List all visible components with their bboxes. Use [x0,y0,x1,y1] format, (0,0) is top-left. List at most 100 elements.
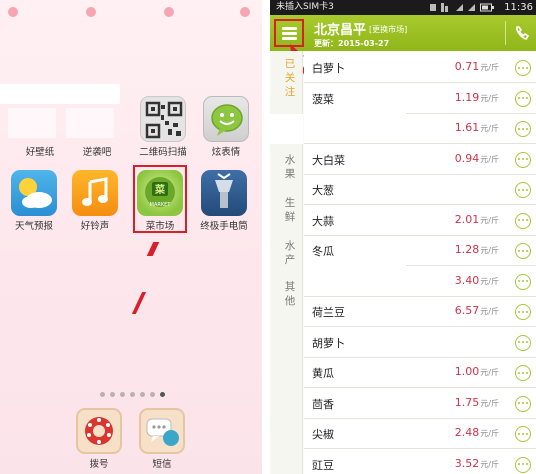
product-name: 黄瓜 [312,367,334,380]
music-note-icon [72,170,118,216]
product-name: 冬瓜 [312,245,334,258]
more-options-icon[interactable] [515,365,531,381]
product-name: 荷兰豆 [312,306,345,319]
app-ringtone[interactable]: 好铃声 [64,170,126,232]
category-fruit[interactable]: 水 果 [283,153,297,181]
launcher-screen: 好壁纸 逆袭吧 二维码扫描 炫表情 天气预报 好铃声 菜 MARKET 菜市场 … [0,0,262,474]
product-row[interactable]: 茴香 1.75元/斤 [304,387,536,419]
price-unit: 元/斤 [480,276,499,286]
price-unit: 元/斤 [480,398,499,408]
product-name: 大蒜 [312,214,334,228]
product-price: 1.61元/斤 [455,121,499,134]
product-row[interactable]: 黄瓜 1.00元/斤 [304,356,536,388]
price-value: 2.48 [454,426,480,439]
dock-sms[interactable]: 短信 [131,408,193,470]
sms-bubble-icon [139,408,185,454]
dock-dialer[interactable]: 拨号 [68,408,130,470]
product-row[interactable]: 豇豆 3.52元/斤 [304,448,536,474]
mask-patch [270,114,303,144]
price-value: 2.01 [454,212,480,226]
weather-icon [11,170,57,216]
more-options-icon[interactable] [515,90,531,107]
price-unit: 元/斤 [480,154,499,164]
product-price: 2.01元/斤 [455,213,499,226]
more-options-icon[interactable] [515,243,531,259]
product-row[interactable]: 菠菜 1.19元/斤 [304,82,536,114]
app-label: 短信 [152,459,172,470]
more-options-icon[interactable] [515,273,531,290]
product-name: 尖椒 [312,428,334,441]
price-value: 0.71 [454,60,480,73]
phone-call-icon[interactable] [514,25,530,41]
more-options-icon[interactable] [515,212,531,229]
app-qr-scanner[interactable]: 二维码扫描 [132,96,194,158]
app-label: 终极手电筒 [200,221,248,232]
product-row[interactable]: 荷兰豆 6.57元/斤 [304,295,536,327]
emoji-chat-icon [203,96,249,142]
product-list: 白萝卜 0.71元/斤 菠菜 1.19元/斤 1.61元/斤 大白菜 0.94元/斤 大葱 大蒜… [304,51,536,474]
product-price: 0.94元/斤 [455,152,499,165]
product-row[interactable]: 胡萝卜 [304,326,536,358]
app-label: 二维码扫描 [139,147,187,158]
product-row[interactable]: 大葱 [304,173,536,205]
price-unit: 元/斤 [480,215,499,225]
price-unit: 元/斤 [480,246,499,255]
more-options-icon[interactable] [515,121,531,137]
market-title: 北京昌平 [更换市场] [314,19,407,38]
product-price: 1.75元/斤 [455,396,499,409]
product-row[interactable]: 冬瓜 1.28元/斤 [304,234,536,266]
app-weather[interactable]: 天气预报 [3,170,65,232]
app-header: 北京昌平 [更换市场] 更新：2015-03-27 [270,15,536,51]
category-fresh[interactable]: 生 鲜 [283,196,297,224]
price-value: 1.19 [454,90,480,104]
category-followed[interactable]: 已 关 注 [283,57,297,99]
system-status-bar: 未插入SIM卡3 11:36 [270,0,536,15]
product-row[interactable]: 大蒜 2.01元/斤 [304,204,536,236]
product-name: 菠菜 [312,92,334,106]
product-name: 胡萝卜 [312,336,345,350]
more-options-icon[interactable] [515,395,531,412]
product-row[interactable]: 大白菜 0.94元/斤 [304,143,536,175]
category-seafood[interactable]: 水 产 [283,239,297,267]
app-label: 天气预报 [14,221,53,232]
more-options-icon[interactable] [515,456,531,473]
price-value: 1.75 [454,395,480,409]
switch-market-link[interactable]: [更换市场] [369,25,407,34]
product-row[interactable]: 白萝卜 0.71元/斤 [304,51,536,83]
more-options-icon[interactable] [515,334,531,351]
mask-patch [304,112,406,142]
qr-code-icon [140,96,186,142]
app-emoji[interactable]: 炫表情 [195,96,257,158]
category-other[interactable]: 其 他 [283,280,297,308]
price-value: 1.00 [454,365,480,378]
more-options-icon[interactable] [515,60,531,76]
product-row[interactable]: 尖椒 2.48元/斤 [304,417,536,449]
annotation-arrow-mark [131,292,147,314]
update-date: 更新：2015-03-27 [314,39,390,48]
app-flashlight[interactable]: 终极手电筒 [193,170,255,232]
more-options-icon[interactable] [515,151,531,168]
product-price: 3.52元/斤 [455,457,499,470]
app-label: 好壁纸 [25,147,55,158]
price-unit: 元/斤 [480,368,499,377]
carrier-text: 未插入SIM卡3 [276,2,334,12]
more-options-icon[interactable] [515,426,531,442]
clock: 11:36 [504,2,533,13]
price-unit: 元/斤 [480,459,499,469]
more-options-icon[interactable] [515,304,531,320]
app-label: 好铃声 [80,221,110,232]
app-label: 拨号 [89,459,109,470]
status-indicators [8,7,254,17]
category-sidebar: 已 关 注 水 果 生 鲜 水 产 其 他 [270,51,303,474]
product-price: 6.57元/斤 [455,304,499,317]
price-unit: 元/斤 [480,124,499,133]
mask-patch [66,108,114,138]
phone-dial-icon [76,408,122,454]
battery-icon [480,3,494,12]
more-options-icon[interactable] [515,182,531,198]
app-label: 逆袭吧 [82,147,112,158]
menu-button[interactable] [274,19,304,47]
city-name: 北京昌平 [314,23,367,38]
annotation-arrow-mark [146,242,160,256]
price-unit: 元/斤 [480,307,499,316]
